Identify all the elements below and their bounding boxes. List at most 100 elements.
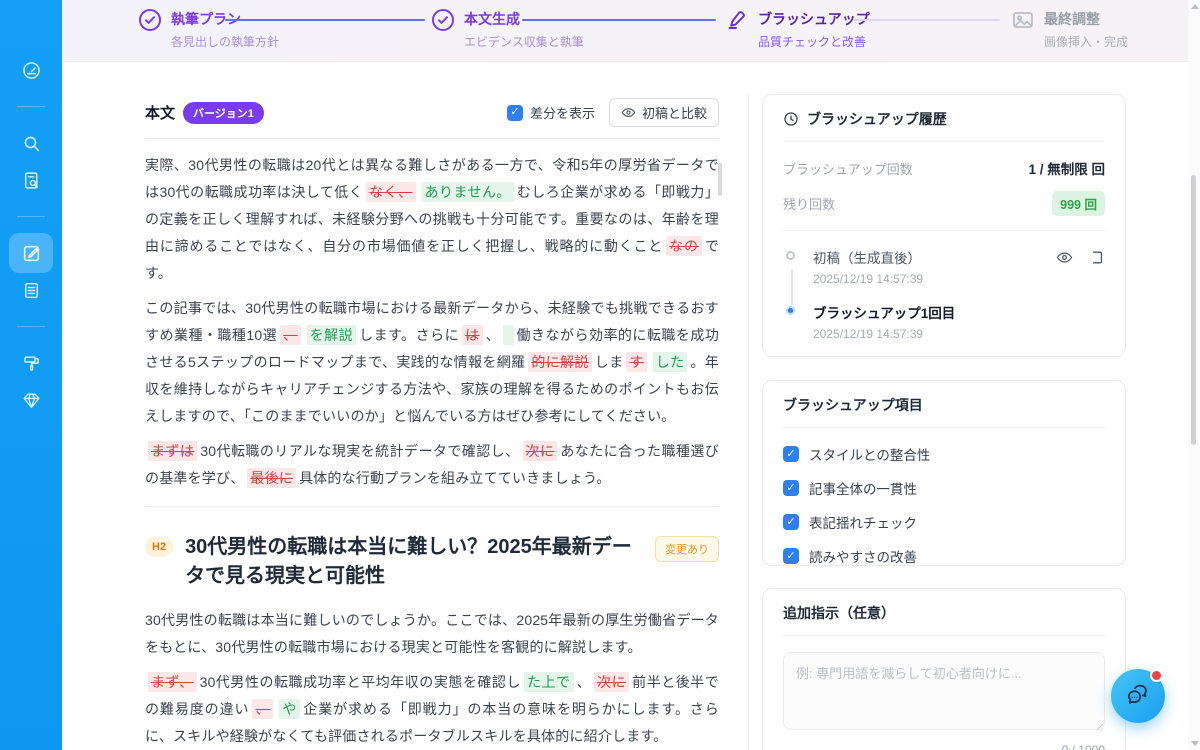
- timeline-item-timestamp: 2025/12/19 14:57:39: [813, 272, 1105, 286]
- diff-deletion: なく、: [366, 182, 415, 202]
- diff-deletion: 的に解説: [528, 352, 591, 372]
- step-connector: [225, 19, 425, 21]
- compare-with-draft-button[interactable]: 初稿と比較: [609, 98, 719, 127]
- text-segment: 、: [577, 674, 592, 690]
- additional-instructions-input[interactable]: [783, 652, 1105, 730]
- gauge-icon: [21, 60, 42, 81]
- checklist-label: 記事全体の一貫性: [809, 478, 917, 498]
- stat-label: ブラッシュアップ回数: [783, 159, 913, 178]
- article-paragraph: まず、30代男性の転職成功率と平均年収の実態を確認した上で、次に前半と後半での難…: [145, 669, 719, 750]
- document-search-icon: [21, 170, 42, 191]
- editor-header: 本文 バージョン1 ✓ 差分を表示 初稿と比較: [145, 98, 719, 127]
- gem-icon: [21, 390, 42, 411]
- view-version-button[interactable]: [1056, 249, 1073, 266]
- stat-row: ブラッシュアップ回数 1 / 無制限 回: [783, 158, 1105, 178]
- timeline-item-title: 初稿（生成直後）: [813, 247, 921, 267]
- diff-insertion: や: [279, 699, 300, 719]
- checklist-item-style[interactable]: ✓ スタイルとの整合性: [783, 444, 1105, 464]
- diff-insertion: した: [653, 352, 688, 372]
- section-divider: [145, 506, 719, 507]
- restore-version-button[interactable]: [1088, 249, 1105, 266]
- step-sublabel: エビデンス収集と執筆: [464, 33, 584, 50]
- diff-deletion: 、: [280, 325, 301, 345]
- stat-row: 残り回数 999 回: [783, 191, 1105, 216]
- brushup-checklist: ✓ スタイルとの整合性 ✓ 記事全体の一貫性 ✓ 表記揺れチェック ✓ 読みやす…: [783, 428, 1105, 584]
- items-card-title: ブラッシュアップ項目: [783, 395, 923, 415]
- sidebar-item-outline[interactable]: [0, 275, 62, 305]
- progress-stepper: 執筆プラン各見出しの執筆方針 本文生成エビデンス収集と執筆 ブラッシュアップ品質…: [62, 0, 1200, 62]
- search-icon: [21, 133, 42, 154]
- diff-deletion: す: [626, 352, 646, 372]
- diff-deletion: 最後に: [247, 468, 296, 488]
- text-segment: します。さらに: [359, 327, 459, 343]
- checklist-item-consistency[interactable]: ✓ 記事全体の一貫性: [783, 478, 1105, 498]
- history-card-header: ブラッシュアップ履歴: [783, 95, 1105, 142]
- scroll-up-arrow[interactable]: [1191, 4, 1199, 9]
- page-scrollbar: [1188, 0, 1200, 750]
- diff-deletion: 、: [252, 699, 273, 719]
- sidebar-divider: [17, 216, 45, 217]
- step-label: 最終調整: [1044, 8, 1128, 30]
- step-sublabel: 各見出しの執筆方針: [171, 33, 279, 50]
- paint-roller-icon: [21, 353, 42, 374]
- diff-deletion: 次に: [523, 441, 558, 461]
- text-segment: しま: [595, 354, 624, 370]
- version-timeline: 初稿（生成直後） 2025/12/19 14:57:39 ブラッシュアップ1回目…: [783, 231, 1105, 367]
- editor-panel: 本文 バージョン1 ✓ 差分を表示 初稿と比較 実際、30代男性の転職は20代と…: [145, 62, 719, 750]
- page-scrollbar-thumb[interactable]: [1191, 175, 1196, 445]
- sidebar-item-research[interactable]: [0, 165, 62, 195]
- pencil-icon: [725, 8, 749, 32]
- article-heading-row: H230代男性の転職は本当に難しい？2025年最新データで見る現実と可能性変更あ…: [145, 533, 719, 591]
- checklist-item-notation[interactable]: ✓ 表記揺れチェック: [783, 512, 1105, 532]
- diff-deletion: まずは: [148, 441, 197, 461]
- sidebar-item-premium[interactable]: [0, 385, 62, 415]
- sidebar-item-dashboard[interactable]: [0, 55, 62, 85]
- sidebar-item-style[interactable]: [0, 348, 62, 378]
- sidebar-divider: [17, 106, 45, 107]
- scroll-down-arrow[interactable]: [1191, 741, 1199, 746]
- text-segment: 30代男性の転職成功率と平均年収の実態を確認し: [200, 674, 521, 690]
- checkbox-checked-icon: ✓: [783, 480, 799, 496]
- changed-badge: 変更あり: [655, 536, 719, 562]
- step-body-generation[interactable]: 本文生成エビデンス収集と執筆: [431, 8, 584, 50]
- article-paragraph: この記事では、30代男性の転職市場における最新データから、未経験でも挑戦できるお…: [145, 295, 719, 430]
- checklist-label: 表記揺れチェック: [809, 512, 917, 532]
- step-writing-plan[interactable]: 執筆プラン各見出しの執筆方針: [138, 8, 279, 50]
- app-root: 執筆プラン各見出しの執筆方針 本文生成エビデンス収集と執筆 ブラッシュアップ品質…: [0, 0, 1200, 750]
- column-divider: [748, 95, 749, 750]
- timeline-item-timestamp: 2025/12/19 14:57:39: [813, 327, 1105, 341]
- step-sublabel: 品質チェックと改善: [758, 33, 870, 50]
- history-card-title: ブラッシュアップ履歴: [807, 109, 947, 129]
- diff-deletion: まず、: [148, 672, 197, 692]
- checkbox-checked-icon: ✓: [783, 446, 799, 462]
- instructions-card-header: 追加指示（任意）: [783, 589, 1105, 636]
- diff-insertion: [503, 325, 513, 345]
- text-segment: 具体的な行動プランを組み立てていきましょう。: [299, 470, 611, 486]
- step-brushup[interactable]: ブラッシュアップ品質チェックと改善: [725, 8, 870, 50]
- items-card-header: ブラッシュアップ項目: [783, 381, 1105, 428]
- checklist-item-readability[interactable]: ✓ 読みやすさの改善: [783, 546, 1105, 566]
- chat-support-button[interactable]: [1111, 669, 1165, 723]
- step-final-adjustment[interactable]: 最終調整画像挿入・完成: [1011, 8, 1128, 50]
- version-badge: バージョン1: [183, 102, 264, 124]
- diff-toggle[interactable]: ✓ 差分を表示: [507, 103, 595, 122]
- edit-icon: [21, 243, 42, 264]
- step-connector: [522, 19, 716, 21]
- instructions-card-title: 追加指示（任意）: [783, 603, 895, 623]
- stat-label: 残り回数: [783, 194, 835, 213]
- step-connector: [853, 19, 1000, 21]
- editor-title: 本文: [145, 102, 175, 123]
- text-segment: 30代男性の転職は本当に難しいのでしょうか。ここでは、2025年最新の厚生労働省…: [145, 612, 719, 655]
- sidebar-item-editor[interactable]: [0, 238, 62, 268]
- editor-scrollbar-thumb[interactable]: [718, 163, 722, 196]
- brushup-items-card: ブラッシュアップ項目 ✓ スタイルとの整合性 ✓ 記事全体の一貫性 ✓ 表記揺れ…: [762, 380, 1126, 566]
- history-stats: ブラッシュアップ回数 1 / 無制限 回 残り回数 999 回: [783, 142, 1105, 231]
- article-paragraph: まずは30代転職のリアルな現実を統計データで確認し、次にあなたに合った職種選びの…: [145, 438, 719, 492]
- sidebar-item-search[interactable]: [0, 128, 62, 158]
- list-document-icon: [21, 280, 42, 301]
- timeline-item-brushup-1[interactable]: ブラッシュアップ1回目 2025/12/19 14:57:39: [783, 302, 1105, 341]
- timeline-item-draft[interactable]: 初稿（生成直後） 2025/12/19 14:57:39: [783, 247, 1105, 286]
- character-counter: 0 / 1000: [783, 743, 1105, 750]
- remaining-count-badge: 999 回: [1052, 191, 1105, 216]
- image-icon: [1011, 8, 1035, 32]
